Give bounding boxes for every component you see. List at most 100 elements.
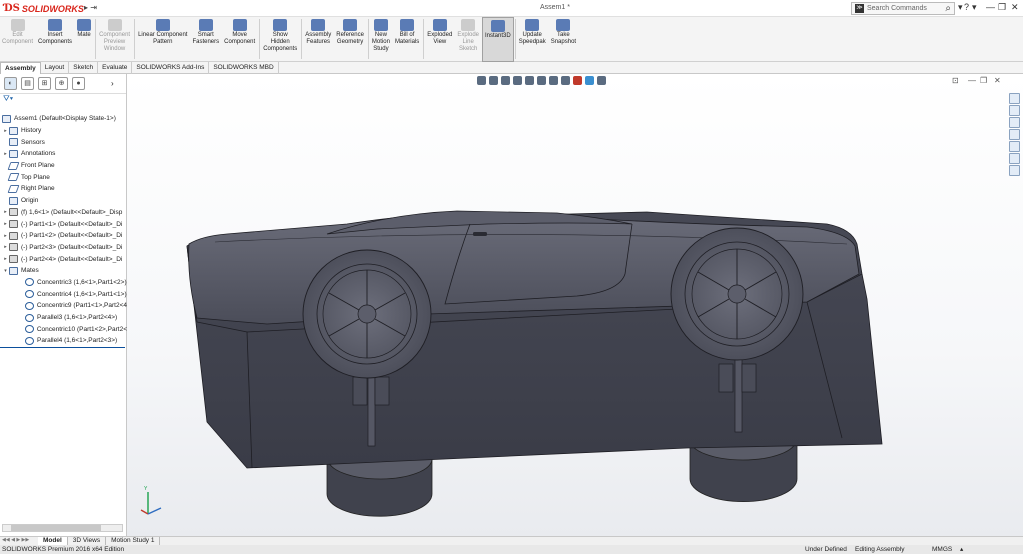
rear-wheel[interactable] (302, 249, 432, 379)
dimxpert-tab-icon[interactable]: ⊕ (55, 77, 68, 90)
view-palette-icon[interactable] (1009, 129, 1020, 140)
minimize-icon[interactable]: — (986, 2, 995, 12)
help-icon[interactable]: ? (964, 2, 969, 12)
close-icon[interactable]: ✕ (1011, 2, 1019, 13)
tab-layout[interactable]: Layout (41, 62, 70, 74)
tree-item[interactable]: ▸ (-) Part2<4> (Default<<Default>_Di (0, 253, 127, 265)
tree-item-label: Concentric3 (1,6<1>,Part1<2>) (37, 278, 127, 286)
tab-navigation-arrows[interactable]: ◀◀ ◀ ▶ ▶▶ (0, 537, 38, 545)
tree-item[interactable]: ▸ (-) Part1<1> (Default<<Default>_Di (0, 218, 127, 230)
expand-arrow-icon[interactable]: ▸ (2, 209, 9, 215)
expand-arrow-icon[interactable]: ▸ (2, 151, 9, 157)
tab-3d-views[interactable]: 3D Views (68, 537, 107, 545)
property-manager-tab-icon[interactable]: ▤ (21, 77, 34, 90)
search-input[interactable]: Search Commands (867, 5, 945, 12)
appearances-icon[interactable] (1009, 141, 1020, 152)
tab-solidworks-add-ins[interactable]: SOLIDWORKS Add-Ins (132, 62, 210, 74)
tab-evaluate[interactable]: Evaluate (98, 62, 133, 74)
expand-arrow-icon[interactable]: ▸ (2, 244, 9, 250)
part-icon (9, 208, 18, 217)
tree-item[interactable]: Concentric9 (Part1<1>,Part2<4 (0, 300, 127, 312)
display-manager-tab-icon[interactable]: ● (72, 77, 85, 90)
tree-item[interactable]: ▸ (f) 1,6<1> (Default<<Default>_Disp (0, 207, 127, 219)
tree-item[interactable]: Sensors (0, 136, 127, 148)
tab-assembly[interactable]: Assembly (0, 62, 41, 74)
linear-pattern-button[interactable]: Linear Component Pattern (136, 17, 190, 62)
feature-manager-tab-icon[interactable]: ◐ (4, 77, 17, 90)
assembly-features-button[interactable]: Assembly Features (303, 17, 334, 62)
rollback-bar[interactable] (0, 346, 125, 348)
component-preview-button[interactable]: Component Preview Window (97, 17, 133, 62)
show-hidden-button[interactable]: Show Hidden Components (261, 17, 300, 62)
tree-item[interactable]: Concentric4 (1,6<1>,Part1<1>) (0, 288, 127, 300)
tree-item[interactable]: ▸ (-) Part1<2> (Default<<Default>_Di (0, 230, 127, 242)
tree-item[interactable]: Assem1 (Default<Display State-1>) (0, 113, 127, 125)
tab-sketch[interactable]: Sketch (69, 62, 99, 74)
file-explorer-icon[interactable] (1009, 117, 1020, 128)
units-dropdown-icon[interactable]: ▴ (960, 545, 963, 554)
tree-item[interactable]: ▸ History (0, 125, 127, 137)
tree-item[interactable]: ▾ Mates (0, 265, 127, 277)
tree-item[interactable]: Concentric10 (Part1<2>,Part2< (0, 323, 127, 335)
front-wheel[interactable] (670, 227, 804, 361)
tree-filter-icon[interactable]: ⛛▾ (0, 94, 126, 105)
solidworks-logo[interactable]: ƊS SOLIDWORKS (4, 2, 84, 15)
app-name: SOLIDWORKS (21, 3, 84, 14)
reference-geometry-button[interactable]: Reference Geometry (334, 17, 367, 62)
help-dropdown-icon[interactable]: ▾ (972, 2, 977, 13)
tree-item[interactable]: Origin (0, 195, 127, 207)
car-model-3d[interactable]: Y (127, 74, 1023, 536)
mate-button[interactable]: Mate (75, 17, 94, 62)
tab-motion-study-1[interactable]: Motion Study 1 (106, 537, 161, 545)
tree-item[interactable]: Top Plane (0, 171, 127, 183)
restore-icon[interactable]: ❐ (998, 2, 1006, 13)
feature-tree: Assem1 (Default<Display State-1>) ▸ Histor… (0, 113, 127, 348)
motion-study-button[interactable]: New Motion Study (370, 17, 393, 62)
search-commands[interactable]: ≫ Search Commands ⌕ (851, 2, 955, 15)
tree-item[interactable]: Parallel3 (1,6<1>,Part2<4>) (0, 312, 127, 324)
tree-item[interactable]: Right Plane (0, 183, 127, 195)
insert-components-button[interactable]: Insert Components (36, 17, 75, 62)
tree-item-label: (f) 1,6<1> (Default<<Default>_Disp (21, 208, 123, 216)
graphics-area[interactable]: ⊡ — ❐ ✕ Y (127, 74, 1023, 536)
tab-model[interactable]: Model (38, 537, 68, 545)
speedpak-button[interactable]: Update Speedpak (517, 17, 549, 62)
tree-item[interactable]: Front Plane (0, 160, 127, 172)
expand-arrow-icon[interactable]: ▸ (2, 233, 9, 239)
snapshot-button[interactable]: Take Snapshot (549, 17, 579, 62)
instant3d-button[interactable]: Instant3D (482, 17, 514, 62)
forum-icon[interactable] (1009, 165, 1020, 176)
tree-item[interactable]: ▸ Annotations (0, 148, 127, 160)
custom-properties-icon[interactable] (1009, 153, 1020, 164)
expand-arrow-icon[interactable]: ▾ (2, 268, 9, 274)
design-library-icon[interactable] (1009, 105, 1020, 116)
tree-item[interactable]: Parallel4 (1,6<1>,Part2<3>) (0, 335, 127, 347)
ribbon-separator (423, 19, 425, 59)
solidworks-resources-icon[interactable] (1009, 93, 1020, 104)
mate-icon (24, 301, 34, 310)
smart-fasteners-button[interactable]: Smart Fasteners (190, 17, 222, 62)
panel-scrollbar[interactable] (2, 524, 123, 532)
edit-component-button[interactable]: Edit Component (0, 17, 36, 62)
menu-expand-icon[interactable]: ▸ ⇥ (84, 3, 97, 12)
exploded-view-button[interactable]: Exploded View (425, 17, 455, 62)
explode-line-button[interactable]: Explode Line Sketch (455, 17, 482, 62)
search-scope-icon[interactable]: ≫ (855, 4, 864, 13)
tab-solidworks-mbd[interactable]: SOLIDWORKS MBD (209, 62, 279, 74)
tree-item[interactable]: Concentric3 (1,6<1>,Part1<2>) (0, 277, 127, 289)
expand-arrow-icon[interactable]: ▸ (2, 221, 9, 227)
panel-expand-icon[interactable]: › (111, 79, 114, 88)
dropdown-icon[interactable]: ▾ (958, 2, 963, 13)
expand-arrow-icon[interactable]: ▸ (2, 256, 9, 262)
tree-item-label: Concentric10 (Part1<2>,Part2< (36, 325, 127, 333)
configuration-manager-tab-icon[interactable]: ⊞ (38, 77, 51, 90)
expand-arrow-icon[interactable]: ▸ (2, 128, 9, 134)
move-component-button[interactable]: Move Component (222, 17, 258, 62)
bill-of-materials-button[interactable]: Bill of Materials (393, 17, 422, 62)
panel-tabs: ◐ ▤ ⊞ ⊕ ● › (0, 74, 126, 94)
tree-item[interactable]: ▸ (-) Part2<3> (Default<<Default>_Di (0, 242, 127, 254)
tree-item-label: Right Plane (21, 185, 55, 193)
search-icon[interactable]: ⌕ (945, 3, 951, 14)
status-units[interactable]: MMGS (932, 545, 952, 554)
folder-icon (9, 149, 18, 158)
